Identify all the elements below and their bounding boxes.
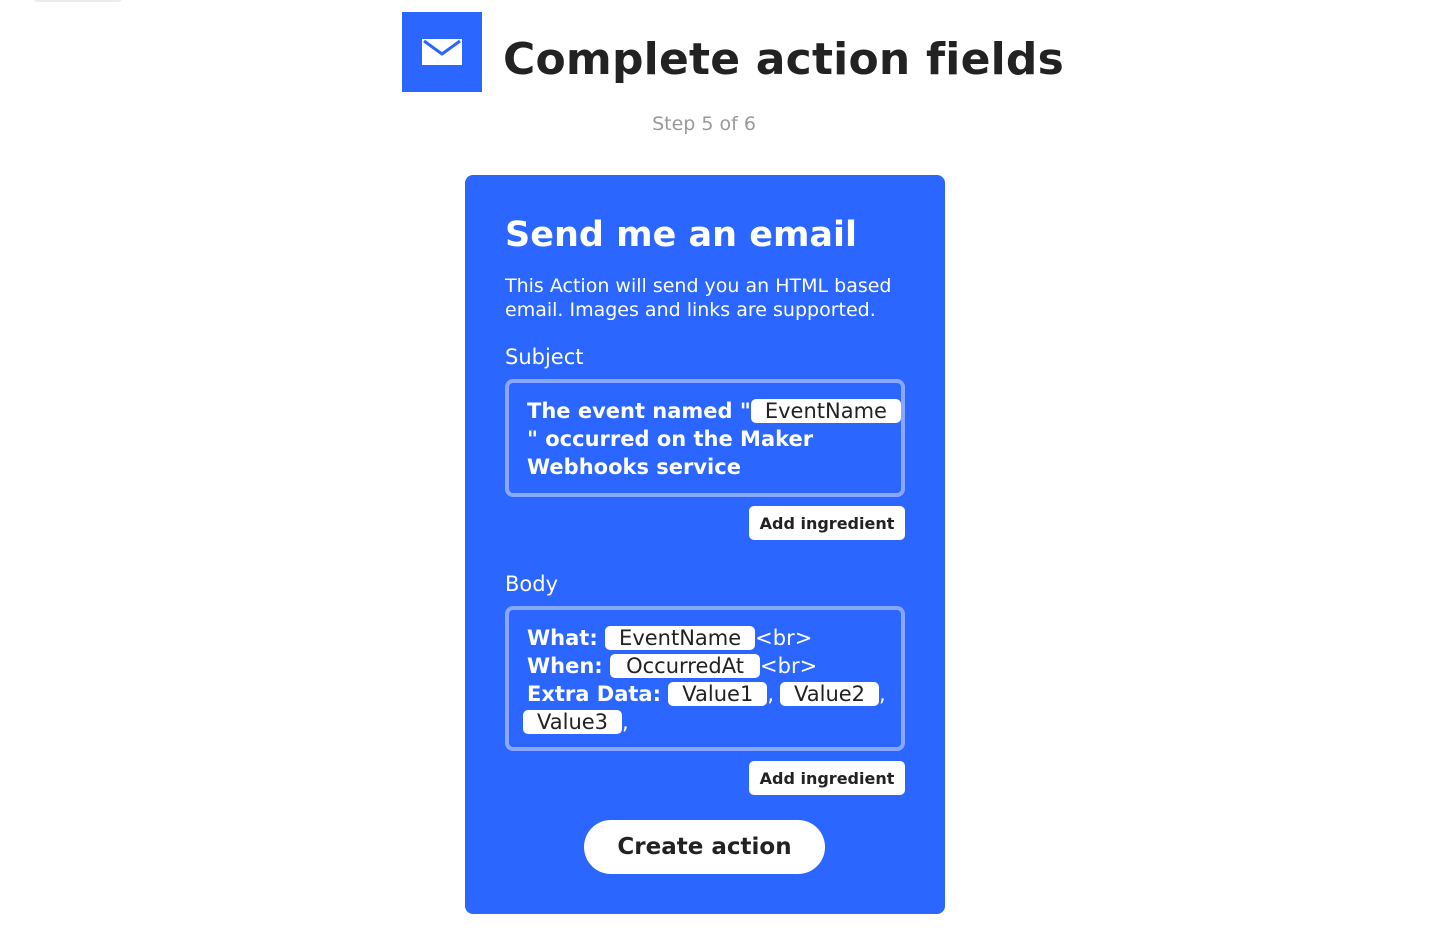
subject-text-prefix: The event named " xyxy=(527,399,751,423)
ingredient-chip-occurredat[interactable]: OccurredAt xyxy=(610,654,761,678)
ingredient-chip-value2[interactable]: Value2 xyxy=(780,682,880,706)
body-separator: , xyxy=(622,710,629,734)
body-label: Body xyxy=(505,572,559,596)
body-extra-label: Extra Data: xyxy=(527,682,669,706)
subject-add-ingredient-button[interactable]: Add ingredient xyxy=(749,506,905,540)
action-title: Send me an email xyxy=(505,215,858,255)
body-when-label: When: xyxy=(527,654,611,678)
service-icon-tile xyxy=(402,12,482,92)
page-title: Complete action fields xyxy=(503,34,1064,85)
subject-label: Subject xyxy=(505,345,584,369)
ingredient-chip-eventname[interactable]: EventName xyxy=(750,399,901,423)
subject-field[interactable]: The event named " EventName " occurred on… xyxy=(505,379,905,497)
subject-text-suffix: " occurred on the Maker Webhooks service xyxy=(527,427,814,479)
body-separator: , xyxy=(879,682,886,706)
action-card: Send me an email This Action will send y… xyxy=(465,175,945,914)
body-br-tag: <br> xyxy=(755,626,813,650)
body-br-tag: <br> xyxy=(760,654,818,678)
ingredient-chip-eventname[interactable]: EventName xyxy=(605,626,756,650)
top-tab-fragment xyxy=(34,0,122,2)
action-description: This Action will send you an HTML based … xyxy=(505,275,892,321)
body-what-label: What: xyxy=(527,626,606,650)
page: Complete action fields Step 5 of 6 Send … xyxy=(0,0,1454,935)
ingredient-chip-value3[interactable]: Value3 xyxy=(523,710,623,734)
body-field[interactable]: What: EventName <br> When: OccurredAt <br>… xyxy=(505,606,905,751)
body-add-ingredient-button[interactable]: Add ingredient xyxy=(749,761,905,795)
create-action-button[interactable]: Create action xyxy=(584,820,825,874)
body-separator: , xyxy=(767,682,775,706)
envelope-icon xyxy=(422,39,462,65)
step-indicator: Step 5 of 6 xyxy=(652,113,756,135)
ingredient-chip-value1[interactable]: Value1 xyxy=(668,682,768,706)
